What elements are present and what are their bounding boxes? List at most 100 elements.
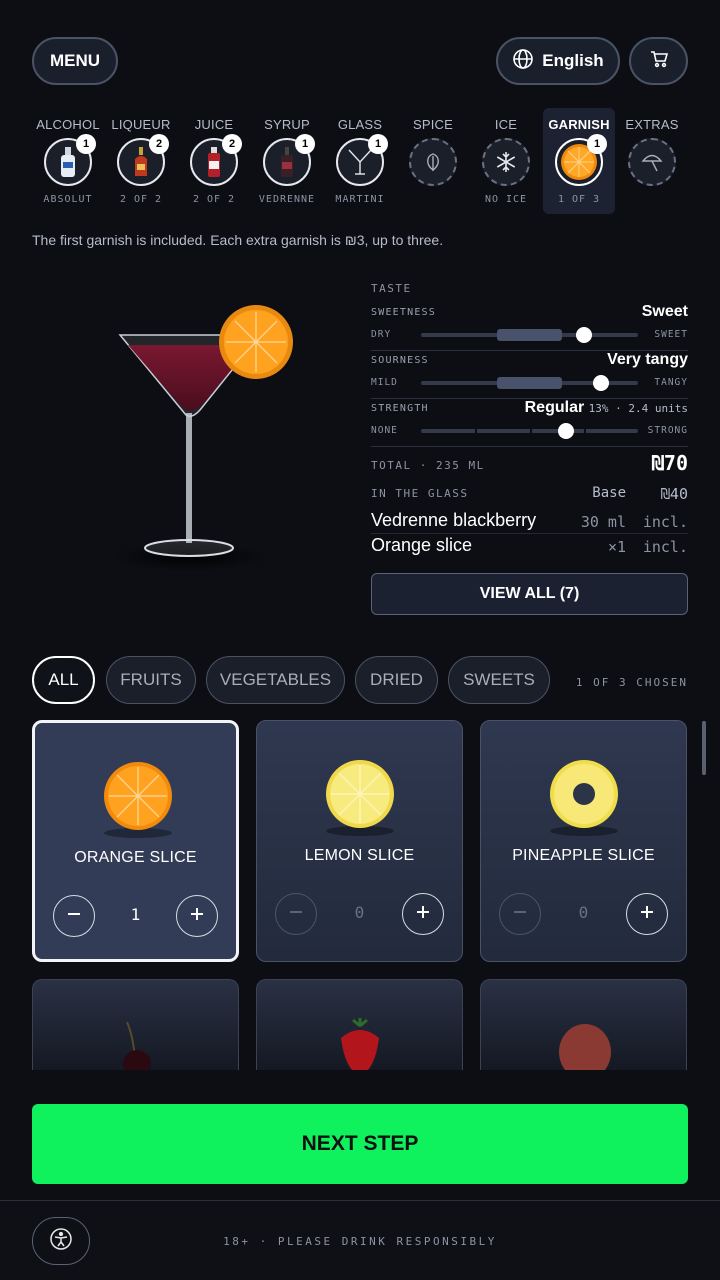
total-price: ₪70 [651, 451, 688, 475]
step-label: ICE [494, 117, 518, 132]
chip-label: FRUITS [120, 670, 182, 689]
step-spice[interactable]: SPICE [397, 108, 469, 214]
leaf-icon [409, 138, 457, 186]
garnish-card-lychee[interactable] [480, 979, 687, 1079]
menu-button[interactable]: MENU [32, 37, 118, 85]
step-sub: MARTINI [335, 194, 385, 205]
footer: 18+ · PLEASE DRINK RESPONSIBLY [0, 1200, 720, 1280]
step-sub: VEDRENNE [258, 194, 316, 205]
step-label: JUICE [194, 117, 234, 132]
in-glass-label: IN THE GLASS [371, 487, 469, 500]
in-glass-row: IN THE GLASS Base ₪40 [371, 485, 688, 509]
strength-slider [421, 423, 638, 439]
glass-item-amount: ×1 [607, 538, 626, 556]
cart-icon [649, 49, 669, 74]
sourness-row: SOURNESS Very tangy MILD TANGY [371, 351, 688, 399]
step-sub: 2 OF 2 [192, 194, 236, 205]
plus-icon [189, 906, 205, 927]
step-sub: ABSOLUT [43, 194, 93, 205]
strength-value: Regular [524, 399, 585, 416]
taste-name: STRENGTH [371, 403, 429, 414]
garnish-name: LEMON SLICE [304, 847, 415, 864]
plus-icon [415, 904, 431, 925]
lemon-slice-image [325, 759, 395, 839]
cards-scrollbar[interactable] [702, 721, 706, 775]
filter-chip-sweets[interactable]: SWEETS [448, 656, 550, 704]
glass-item-name: Orange slice [371, 535, 473, 555]
glass-item-price: incl. [642, 513, 688, 531]
cart-button[interactable] [629, 37, 688, 85]
step-label: SPICE [412, 117, 453, 132]
step-badge: 2 [222, 134, 242, 154]
step-sub: NO ICE [484, 194, 528, 205]
language-label: English [542, 51, 604, 70]
step-ice[interactable]: ICE NO ICE [470, 108, 542, 214]
garnish-card-strawberry[interactable] [256, 979, 463, 1079]
garnish-card-orange-slice[interactable]: ORANGE SLICE 1 [32, 720, 239, 962]
increase-button[interactable] [176, 895, 218, 937]
glass-item-row: Orange slice ×1 incl. [371, 534, 688, 559]
glass-item-amount: 30 ml [580, 513, 626, 531]
chosen-count: 1 OF 3 CHOSEN [575, 676, 688, 689]
garnish-card-pineapple-slice[interactable]: PINEAPPLE SLICE 0 [480, 720, 687, 962]
step-label: GLASS [337, 117, 383, 132]
step-navigation: ALCOHOL 1 ABSOLUT LIQUEUR 2 2 OF 2 JUICE… [32, 108, 688, 216]
garnish-name: ORANGE SLICE [74, 849, 197, 866]
step-garnish[interactable]: GARNISH 1 1 OF 3 [543, 108, 615, 214]
increase-button[interactable] [402, 893, 444, 935]
globe-icon [512, 48, 534, 75]
taste-min-label: NONE [371, 425, 398, 436]
taste-value: Sweet [641, 303, 688, 320]
language-button[interactable]: English [496, 37, 620, 85]
orange-slice-image [103, 761, 173, 841]
chip-label: VEGETABLES [219, 670, 332, 689]
taste-max-label: STRONG [647, 425, 688, 436]
plus-icon [639, 904, 655, 925]
step-liqueur[interactable]: LIQUEUR 2 2 OF 2 [105, 108, 177, 214]
step-label: LIQUEUR [111, 117, 171, 132]
next-step-button[interactable]: NEXT STEP [32, 1104, 688, 1184]
glass-item-price: incl. [642, 538, 688, 556]
garnish-card-cherry[interactable] [32, 979, 239, 1079]
step-extras[interactable]: EXTRAS [616, 108, 688, 214]
step-juice[interactable]: JUICE 2 2 OF 2 [178, 108, 250, 214]
step-syrup[interactable]: SYRUP 1 VEDRENNE [251, 108, 323, 214]
taste-value: Very tangy [607, 351, 688, 368]
taste-value: Regular 13% · 2.4 units [525, 399, 688, 417]
step-badge: 1 [587, 134, 607, 154]
sweetness-knob [575, 327, 592, 343]
footer-text: 18+ · PLEASE DRINK RESPONSIBLY [223, 1235, 497, 1248]
step-label: GARNISH [548, 117, 610, 132]
filter-chip-vegetables[interactable]: VEGETABLES [206, 656, 345, 704]
step-alcohol[interactable]: ALCOHOL 1 ABSOLUT [32, 108, 104, 214]
garnish-name: PINEAPPLE SLICE [512, 847, 655, 864]
step-label: SYRUP [264, 117, 310, 132]
base-price: ₪40 [660, 485, 688, 503]
view-all-button[interactable]: VIEW ALL (7) [371, 573, 688, 615]
step-glass[interactable]: GLASS 1 MARTINI [324, 108, 396, 214]
chip-label: DRIED [370, 670, 423, 689]
sweetness-row: SWEETNESS Sweet DRY SWEET [371, 303, 688, 351]
garnish-card-lemon-slice[interactable]: LEMON SLICE 0 [256, 720, 463, 962]
step-label: EXTRAS [625, 117, 679, 132]
strength-row: STRENGTH Regular 13% · 2.4 units NONE ST… [371, 399, 688, 447]
step-sub: 2 OF 2 [119, 194, 163, 205]
next-step-label: NEXT STEP [301, 1132, 419, 1155]
increase-button[interactable] [626, 893, 668, 935]
umbrella-icon [628, 138, 676, 186]
base-label: Base [592, 485, 626, 501]
taste-min-label: MILD [371, 377, 398, 388]
chip-label: ALL [48, 670, 79, 689]
glass-item-row: Vedrenne blackberry 30 ml incl. [371, 509, 688, 534]
taste-max-label: TANGY [654, 377, 688, 388]
garnish-info-text: The first garnish is included. Each extr… [32, 232, 444, 248]
taste-name: SWEETNESS [371, 307, 436, 318]
filter-chip-fruits[interactable]: FRUITS [106, 656, 196, 704]
filter-chip-all[interactable]: ALL [32, 656, 95, 704]
step-badge: 1 [76, 134, 96, 154]
taste-title: TASTE [371, 282, 412, 295]
step-badge: 1 [368, 134, 388, 154]
filter-chip-dried[interactable]: DRIED [355, 656, 438, 704]
strength-extra: 13% · 2.4 units [588, 402, 688, 415]
total-row: TOTAL · 235 ML ₪70 [371, 451, 688, 485]
